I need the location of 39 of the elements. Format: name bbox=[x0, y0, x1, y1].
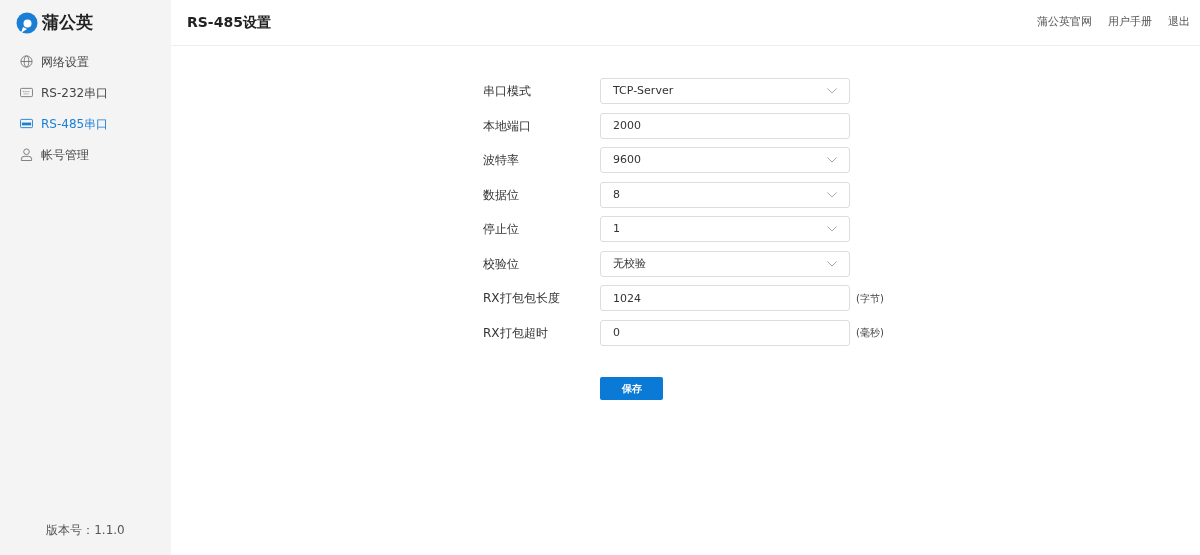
chevron-down-icon bbox=[827, 157, 837, 164]
sidebar-item[interactable]: 帐号管理 bbox=[0, 139, 171, 170]
header-link[interactable]: 蒲公英官网 bbox=[1037, 14, 1092, 31]
field-label: 波特率 bbox=[483, 153, 519, 168]
sidebar-item[interactable]: 网络设置 bbox=[0, 46, 171, 77]
serial-port-icon bbox=[20, 118, 33, 129]
field-label: 本地端口 bbox=[483, 118, 531, 133]
chevron-down-icon bbox=[827, 226, 837, 233]
header-link[interactable]: 退出 bbox=[1168, 14, 1190, 31]
page-title: RS-485设置 bbox=[187, 13, 271, 32]
logo-icon bbox=[16, 12, 38, 34]
field-label: RX打包包长度 bbox=[483, 291, 560, 306]
field-label: 数据位 bbox=[483, 187, 519, 202]
field-label: 停止位 bbox=[483, 222, 519, 237]
input-field[interactable]: 0 bbox=[600, 319, 850, 346]
select-field[interactable]: 8 bbox=[600, 181, 850, 208]
field-label: 串口模式 bbox=[483, 84, 531, 99]
select-field[interactable]: 9600 bbox=[600, 147, 850, 174]
user-icon bbox=[20, 148, 33, 161]
unit-label: (字节) bbox=[856, 291, 884, 306]
save-button[interactable]: 保存 bbox=[600, 377, 663, 400]
field-label: RX打包超时 bbox=[483, 325, 548, 340]
input-field[interactable]: 2000 bbox=[600, 112, 850, 139]
select-field[interactable]: 1 bbox=[600, 216, 850, 243]
sidebar-item[interactable]: RS-232串口 bbox=[0, 77, 171, 108]
globe-icon bbox=[20, 55, 33, 68]
select-field[interactable]: TCP-Server bbox=[600, 78, 850, 105]
unit-label: (毫秒) bbox=[856, 326, 884, 341]
chevron-down-icon bbox=[827, 260, 837, 267]
input-field[interactable]: 1024 bbox=[600, 285, 850, 312]
serial-port-icon bbox=[20, 87, 33, 98]
logo-text: 蒲公英 bbox=[42, 11, 93, 35]
field-label: 校验位 bbox=[483, 256, 519, 271]
chevron-down-icon bbox=[827, 191, 837, 198]
header-link[interactable]: 用户手册 bbox=[1108, 14, 1152, 31]
select-field[interactable]: 无校验 bbox=[600, 250, 850, 277]
sidebar-item[interactable]: RS-485串口 bbox=[0, 108, 171, 139]
version-text: 版本号：1.1.0 bbox=[46, 523, 125, 537]
chevron-down-icon bbox=[827, 88, 837, 95]
